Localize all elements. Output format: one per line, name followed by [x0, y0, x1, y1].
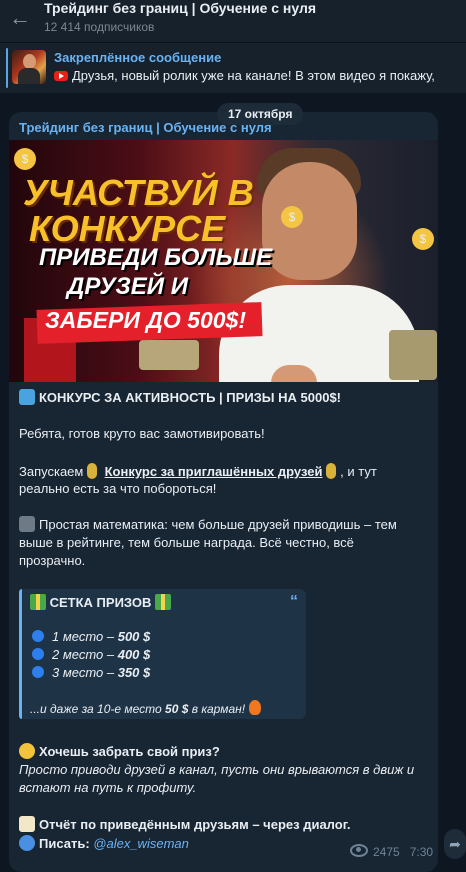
pinned-thumbnail	[12, 50, 46, 84]
text-span: Отчёт по приведённым друзьям – через диа…	[39, 817, 351, 832]
blue-circle-icon	[32, 648, 44, 660]
banner-text-line: ПРИВЕДИ БОЛЬШЕ	[39, 244, 273, 271]
quote-accent-bar	[19, 589, 22, 719]
prize-footer: ...и даже за 10-е место 50 $ в карман!	[30, 700, 262, 716]
subscriber-count: 12 414 подписчиков	[44, 20, 155, 34]
paragraph-line: реально есть за что побороться!	[19, 481, 217, 496]
money-face-emoji-icon: $	[14, 148, 36, 170]
paragraph-line: прозрачно.	[19, 553, 86, 568]
report-line: Отчёт по приведённым друзьям – через диа…	[19, 816, 350, 832]
cta-title: Хочешь забрать свой приз?	[19, 743, 220, 759]
message-heading: КОНКУРС ЗА АКТИВНОСТЬ | ПРИЗЫ НА 5000$!	[19, 389, 341, 405]
date-badge: 17 октября	[217, 103, 304, 125]
pinned-text-content: Друзья, новый ролик уже на канале! В это…	[72, 68, 435, 83]
blue-circle-icon	[32, 666, 44, 678]
prize-amount: 400 $	[117, 647, 151, 662]
gift-icon	[155, 594, 172, 610]
text-span: Простая математика: чем больше друзей пр…	[39, 517, 397, 532]
contest-link[interactable]: Конкурс за приглашённых друзей	[105, 464, 323, 479]
pinned-text: Друзья, новый ролик уже на канале! В это…	[54, 68, 466, 83]
message-meta: 2475 7:30	[350, 844, 433, 859]
message-time: 7:30	[409, 845, 434, 859]
paragraph-line: Простая математика: чем больше друзей пр…	[19, 516, 397, 532]
text-span: СЕТКА ПРИЗОВ	[49, 595, 152, 610]
money-face-emoji-icon: $	[281, 206, 303, 228]
prize-row: 2 место – 400 $	[32, 647, 150, 662]
gift-icon	[30, 594, 46, 610]
pinned-title: Закреплённое сообщение	[54, 50, 222, 65]
wheat-icon	[86, 463, 97, 479]
prize-amount: 500 $	[117, 629, 151, 644]
text-span: Хочешь забрать свой приз?	[39, 744, 220, 759]
view-count: 2475	[373, 845, 400, 859]
contest-banner-image[interactable]: $ $ $ УЧАСТВУЙ В КОНКУРСЕ ПРИВЕДИ БОЛЬШЕ…	[9, 140, 438, 382]
banner-text-line: ДРУЗЕЙ И	[67, 273, 188, 300]
banner-person-face	[262, 162, 357, 280]
quote-icon: “	[290, 593, 298, 610]
banner-money-stack	[139, 340, 199, 370]
prize-place: 1 место –	[52, 629, 115, 644]
channel-title[interactable]: Трейдинг без границ | Обучение с нуля	[44, 0, 316, 16]
paragraph: Запускаем Конкурс за приглашённых друзей…	[19, 463, 377, 479]
chart-icon	[19, 389, 35, 405]
text-span: Запускаем	[19, 464, 84, 479]
heading-text: КОНКУРС ЗА АКТИВНОСТЬ | ПРИЗЫ НА 5000$!	[39, 390, 342, 405]
paragraph-line: выше в рейтинге, тем больше награда. Всё…	[19, 535, 354, 550]
youtube-icon	[54, 71, 68, 81]
contact-line: Писать: @alex_wiseman	[19, 835, 189, 851]
prize-place: 3 место –	[52, 665, 115, 680]
banner-text-line: ЗАБЕРИ ДО 500$!	[45, 307, 247, 333]
share-icon[interactable]: ➦	[444, 829, 466, 859]
prize-amount: 350 $	[117, 665, 151, 680]
pinned-indicator	[6, 48, 8, 88]
prize-amount: 50 $	[165, 702, 189, 716]
cta-line: встают на путь к профиту.	[19, 780, 197, 795]
eye-icon	[350, 844, 368, 857]
paragraph: Ребята, готов круто вас замотивировать!	[19, 426, 265, 441]
banner-money-stack	[389, 330, 437, 380]
blue-circle-icon	[32, 630, 44, 642]
text-span: в карман!	[191, 702, 246, 716]
text-span: Писать:	[39, 836, 90, 851]
prize-row: 1 место – 500 $	[32, 629, 150, 644]
text-span: , и тут	[340, 464, 377, 479]
prize-grid-title: СЕТКА ПРИЗОВ	[30, 594, 172, 610]
chat-header: ← Трейдинг без границ | Обучение с нуля …	[0, 0, 466, 42]
check-mark-icon	[19, 835, 35, 851]
prize-row: 3 место – 350 $	[32, 665, 150, 680]
money-face-emoji-icon: $	[412, 228, 434, 250]
text-span: ...и даже за 10-е место	[30, 702, 162, 716]
fire-icon	[249, 700, 262, 715]
wheat-icon	[326, 463, 337, 479]
prize-place: 2 место –	[52, 647, 115, 662]
face-emoji-icon	[19, 743, 35, 759]
memo-icon	[19, 816, 35, 832]
cta-line: Просто приводи друзей в канал, пусть они…	[19, 762, 415, 777]
abacus-icon	[19, 516, 35, 532]
contact-mention-link[interactable]: @alex_wiseman	[93, 836, 189, 851]
back-arrow-icon[interactable]: ←	[8, 6, 32, 30]
